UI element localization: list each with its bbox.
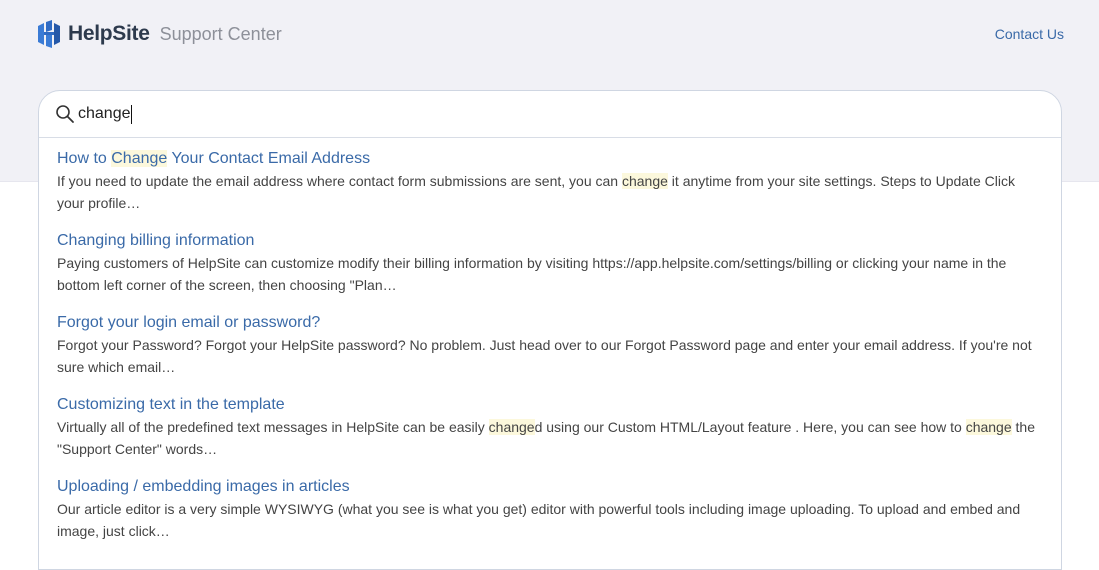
result-title-link[interactable]: Uploading / embedding images in articles [57, 477, 1043, 497]
search-term-highlight: change [965, 419, 1012, 435]
search-result: Changing billing information Paying cust… [57, 231, 1043, 296]
result-snippet: Forgot your Password? Forgot your HelpSi… [57, 337, 1032, 375]
site-header: HelpSite Support Center Contact Us [0, 0, 1099, 70]
helpsite-logo-icon [38, 20, 60, 48]
search-result: Uploading / embedding images in articles… [57, 477, 1043, 542]
contact-us-link[interactable]: Contact Us [995, 26, 1064, 42]
result-snippet: If you need to update the email address … [57, 173, 1015, 211]
result-title-link[interactable]: Changing billing information [57, 231, 1043, 251]
search-panel: How to Change Your Contact Email Address… [38, 90, 1062, 570]
result-snippet: Paying customers of HelpSite can customi… [57, 255, 1007, 293]
search-term-highlight: change [621, 173, 668, 189]
result-title-link[interactable]: How to Change Your Contact Email Address [57, 149, 1043, 169]
search-result: Forgot your login email or password? For… [57, 313, 1043, 378]
logo[interactable]: HelpSite Support Center [37, 20, 282, 48]
result-snippet: Virtually all of the predefined text mes… [57, 419, 1035, 457]
search-result: How to Change Your Contact Email Address… [57, 149, 1043, 214]
search-input[interactable] [78, 101, 1038, 127]
search-results-list: How to Change Your Contact Email Address… [39, 138, 1061, 542]
search-bar[interactable] [39, 91, 1061, 138]
site-subtitle: Support Center [159, 23, 282, 44]
result-title-link[interactable]: Customizing text in the template [57, 395, 1043, 415]
brand-name: HelpSite [68, 22, 150, 45]
text-cursor [131, 105, 132, 124]
search-term-highlight: Change [111, 150, 168, 167]
search-result: Customizing text in the template Virtual… [57, 395, 1043, 460]
result-title-link[interactable]: Forgot your login email or password? [57, 313, 1043, 333]
search-icon [56, 105, 74, 123]
search-term-highlight: change [488, 419, 535, 435]
result-snippet: Our article editor is a very simple WYSI… [57, 501, 1021, 539]
